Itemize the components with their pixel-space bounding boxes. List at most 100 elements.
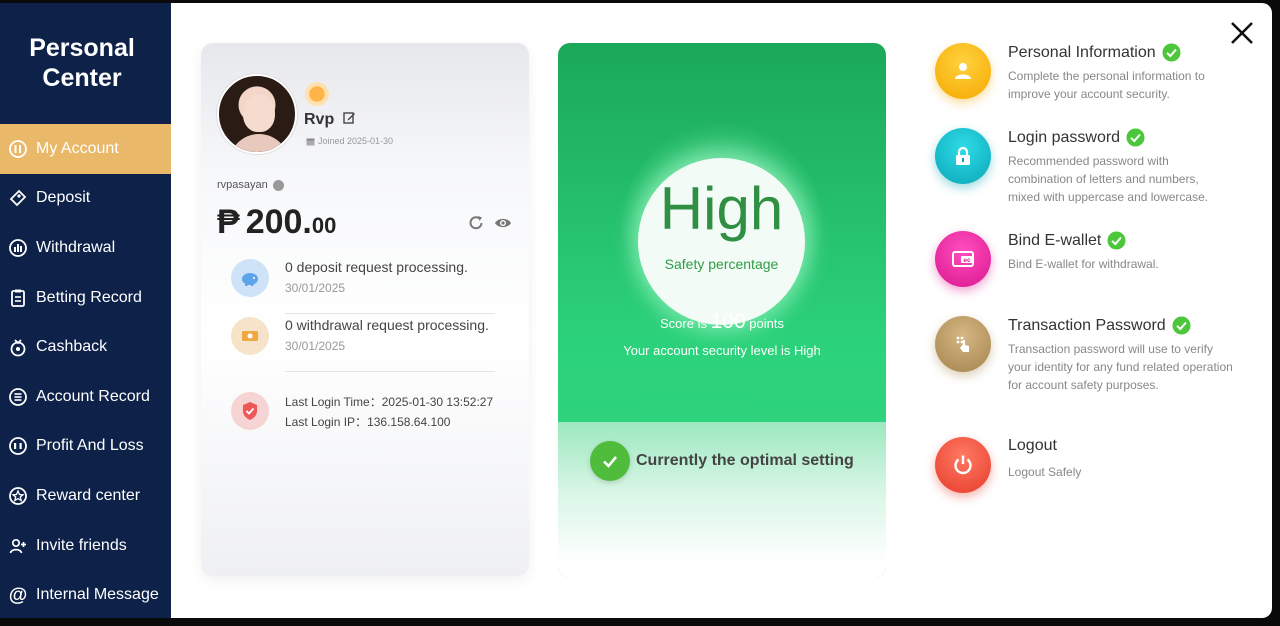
power-icon bbox=[935, 437, 991, 493]
vip-badge-icon bbox=[305, 82, 329, 106]
login-password-item[interactable]: Login password Recommended password with… bbox=[935, 128, 1235, 206]
divider bbox=[285, 313, 495, 314]
setting-title: Personal Information bbox=[1008, 43, 1156, 61]
refresh-icon[interactable] bbox=[467, 214, 485, 232]
setting-description: Complete the personal information to imp… bbox=[1008, 69, 1205, 101]
username: Rvp bbox=[304, 111, 335, 128]
user-icon bbox=[935, 43, 991, 99]
personal-center-modal: Personal Center My Account Deposit Withd… bbox=[0, 3, 1272, 618]
withdrawal-status: 0 withdrawal request processing. bbox=[285, 317, 489, 333]
info-icon bbox=[272, 179, 284, 191]
last-login-ip-label: Last Login IP： bbox=[285, 415, 368, 429]
sidebar-item-reward-center[interactable]: Reward center bbox=[0, 471, 171, 521]
sidebar-menu: My Account Deposit Withdrawal Betting Re… bbox=[0, 124, 171, 618]
cash-icon bbox=[231, 317, 269, 355]
account-name: rvpasayan bbox=[217, 179, 284, 191]
betting-record-icon bbox=[8, 288, 28, 308]
lock-icon bbox=[935, 128, 991, 184]
personal-information-item[interactable]: Personal Information Complete the person… bbox=[935, 43, 1235, 103]
deposit-request-row: 0 deposit request processing. 30/01/2025 bbox=[231, 259, 496, 297]
shield-icon bbox=[231, 392, 269, 430]
security-score: Score is 100 points bbox=[558, 310, 886, 334]
sidebar-item-label: Account Record bbox=[36, 387, 150, 405]
eye-icon[interactable] bbox=[494, 214, 512, 232]
safety-percentage-label: Safety percentage bbox=[664, 256, 779, 272]
setting-title: Logout bbox=[1008, 437, 1057, 454]
optimal-setting: Currently the optimal setting bbox=[590, 441, 854, 481]
sidebar-item-label: My Account bbox=[36, 139, 119, 157]
balance-currency: ₱ bbox=[217, 203, 240, 241]
sidebar-item-label: Betting Record bbox=[36, 288, 142, 306]
logout-button[interactable]: Logout Logout Safely bbox=[935, 437, 1235, 493]
bind-e-wallet-item[interactable]: ec Bind E-wallet Bind E-wallet for withd… bbox=[935, 231, 1235, 287]
withdrawal-date: 30/01/2025 bbox=[285, 339, 346, 353]
transaction-password-item[interactable]: Transaction Password Transaction passwor… bbox=[935, 316, 1235, 394]
avatar[interactable] bbox=[217, 74, 297, 154]
optimal-setting-text: Currently the optimal setting bbox=[636, 452, 854, 469]
account-record-icon bbox=[8, 387, 28, 407]
check-icon bbox=[590, 441, 630, 481]
setting-title: Login password bbox=[1008, 128, 1121, 146]
score-value: 100 bbox=[710, 310, 746, 333]
joined-text: Joined 2025-01-30 bbox=[318, 136, 394, 146]
sidebar-title: Personal Center bbox=[0, 33, 164, 93]
last-login-row: Last Login Time：2025-01-30 13:52:27 Last… bbox=[231, 392, 496, 432]
sidebar-item-withdrawal[interactable]: Withdrawal bbox=[0, 223, 171, 273]
setting-title: Bind E-wallet bbox=[1008, 231, 1102, 249]
deposit-status: 0 deposit request processing. bbox=[285, 259, 468, 275]
calendar-icon bbox=[306, 138, 315, 145]
security-level: High bbox=[659, 175, 784, 242]
withdrawal-icon bbox=[8, 238, 28, 258]
invite-icon bbox=[8, 536, 28, 556]
sidebar-item-invite-friends[interactable]: Invite friends bbox=[0, 521, 171, 571]
edit-icon[interactable] bbox=[343, 111, 356, 124]
sidebar-item-betting-record[interactable]: Betting Record bbox=[0, 273, 171, 323]
profit-loss-icon bbox=[8, 436, 28, 456]
account-icon bbox=[8, 139, 28, 159]
piggy-bank-icon bbox=[231, 259, 269, 297]
balance-main: 200. bbox=[245, 203, 312, 241]
account-name-text: rvpasayan bbox=[217, 179, 268, 191]
sidebar-item-cashback[interactable]: Cashback bbox=[0, 322, 171, 372]
sidebar-title-line1: Personal bbox=[29, 34, 135, 62]
withdrawal-request-row: 0 withdrawal request processing. 30/01/2… bbox=[231, 317, 496, 355]
divider bbox=[285, 371, 495, 372]
sidebar: Personal Center My Account Deposit Withd… bbox=[0, 3, 171, 618]
sidebar-item-profit-loss[interactable]: Profit And Loss bbox=[0, 422, 171, 472]
sidebar-title-line2: Center bbox=[42, 64, 122, 92]
svg-text:@: @ bbox=[9, 585, 28, 605]
score-suffix: points bbox=[749, 316, 784, 331]
verified-check-icon bbox=[1172, 316, 1191, 335]
setting-description: Logout Safely bbox=[1008, 465, 1082, 479]
setting-description: Bind E-wallet for withdrawal. bbox=[1008, 257, 1159, 271]
sidebar-item-label: Reward center bbox=[36, 486, 141, 504]
sidebar-item-label: Cashback bbox=[36, 338, 108, 356]
keypad-icon bbox=[935, 316, 991, 372]
sidebar-item-label: Withdrawal bbox=[36, 238, 116, 256]
setting-title: Transaction Password bbox=[1008, 316, 1166, 334]
last-login-ip: Last Login IP：136.158.64.100 bbox=[285, 412, 493, 432]
score-prefix: Score is bbox=[660, 316, 707, 331]
verified-check-icon bbox=[1126, 128, 1145, 147]
wallet-icon: ec bbox=[935, 231, 991, 287]
reward-icon bbox=[8, 486, 28, 506]
deposit-date: 30/01/2025 bbox=[285, 281, 346, 295]
security-description: Your account security level is High bbox=[623, 343, 821, 358]
security-card: High Safety percentage Score is 100 poin… bbox=[558, 43, 886, 578]
last-login-time: Last Login Time：2025-01-30 13:52:27 bbox=[285, 392, 493, 412]
setting-description: Recommended password with combination of… bbox=[1008, 154, 1209, 204]
sidebar-item-internal-message[interactable]: @ Internal Message bbox=[0, 570, 171, 618]
balance-decimal: 00 bbox=[311, 213, 337, 238]
last-login-ip-value: 136.158.64.100 bbox=[367, 415, 451, 429]
svg-text:ec: ec bbox=[963, 257, 971, 264]
verified-check-icon bbox=[1162, 43, 1181, 62]
last-login-time-value: 2025-01-30 13:52:27 bbox=[381, 395, 494, 409]
sidebar-item-label: Invite friends bbox=[36, 536, 127, 554]
account-card: Rvp Joined 2025-01-30 rvpasayan ₱ 200. 0… bbox=[201, 43, 529, 576]
sidebar-item-my-account[interactable]: My Account bbox=[0, 124, 171, 174]
cashback-icon bbox=[8, 337, 28, 357]
last-login-time-label: Last Login Time： bbox=[285, 395, 382, 409]
message-icon: @ bbox=[8, 585, 28, 605]
sidebar-item-account-record[interactable]: Account Record bbox=[0, 372, 171, 422]
sidebar-item-deposit[interactable]: Deposit bbox=[0, 174, 171, 224]
